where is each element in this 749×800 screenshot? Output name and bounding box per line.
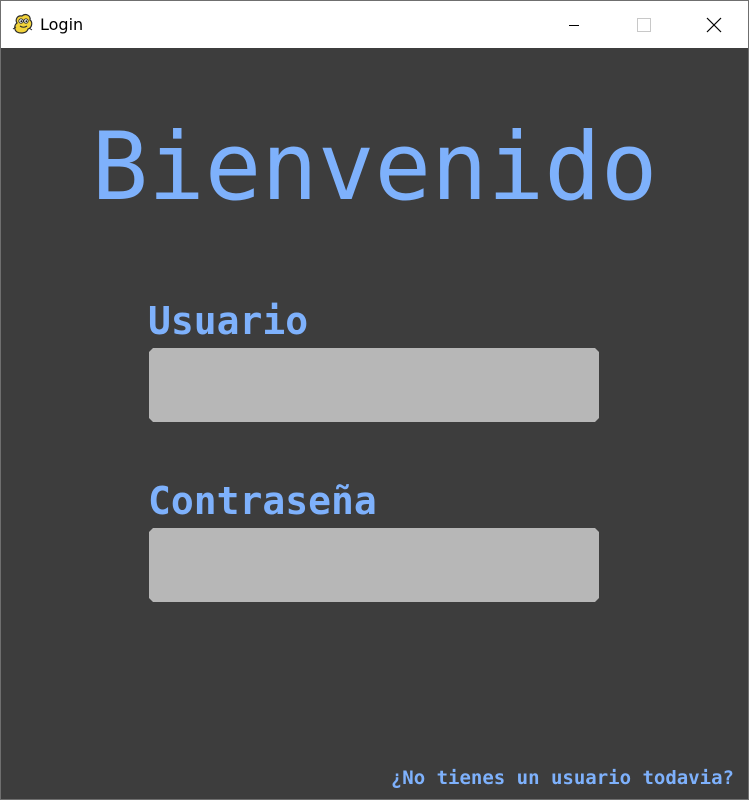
password-input[interactable] [149,528,599,602]
minimize-button[interactable] [538,1,609,48]
maximize-button[interactable] [608,1,679,48]
title-bar[interactable]: Login [1,1,748,48]
minimize-icon [568,19,580,31]
login-panel: Bienvenido Usuario Contraseña ¿No tienes… [1,48,748,799]
window-title: Login [40,15,84,34]
welcome-heading: Bienvenido [91,113,658,222]
username-input[interactable] [149,348,599,422]
password-label: Contraseña [148,479,377,523]
pygame-snake-icon [11,12,35,36]
register-link[interactable]: ¿No tienes un usuario todavia? [391,765,734,791]
close-icon [706,17,722,33]
login-window: Login Bienvenido Usuario Contraseña ¿No … [0,0,749,800]
username-label: Usuario [148,299,309,343]
maximize-icon [636,17,651,32]
close-button[interactable] [678,1,748,48]
